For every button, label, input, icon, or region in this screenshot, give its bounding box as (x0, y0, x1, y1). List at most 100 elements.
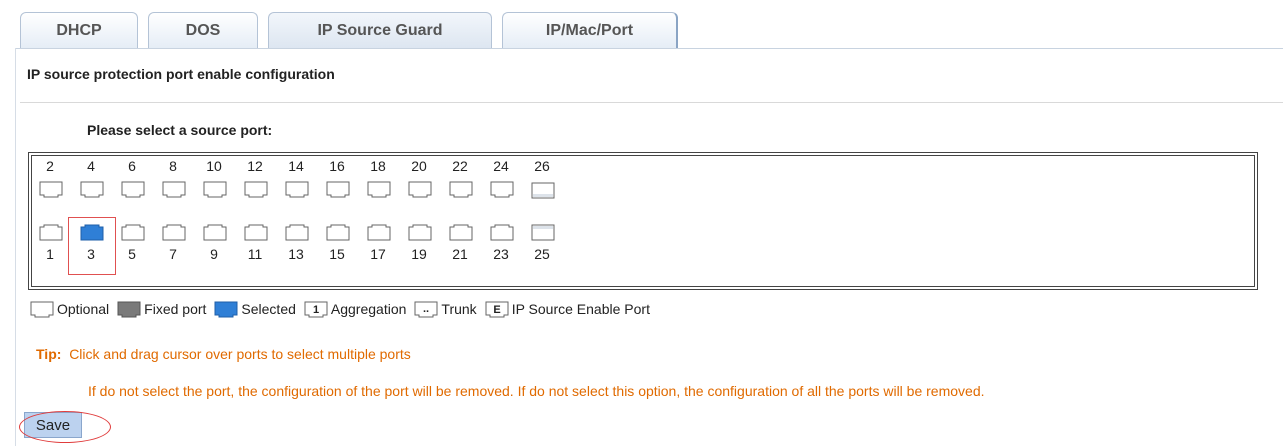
port-number: 15 (329, 246, 345, 262)
port-optional-icon (367, 224, 391, 241)
port-17[interactable]: 17 (364, 222, 404, 282)
port-number: 3 (87, 246, 95, 262)
port-optional-icon (367, 181, 391, 198)
port-18[interactable]: 18 (364, 158, 404, 218)
port-number: 26 (534, 158, 550, 174)
save-button[interactable]: Save (24, 412, 82, 438)
port-19[interactable]: 19 (405, 222, 445, 282)
port-5[interactable]: 5 (118, 222, 158, 282)
port-legend: Optional Fixed port Selected 1 Aggregati… (30, 298, 658, 320)
port-7[interactable]: 7 (159, 222, 199, 282)
port-11[interactable]: 11 (241, 222, 281, 282)
port-12[interactable]: 12 (241, 158, 281, 218)
port-number: 13 (288, 246, 304, 262)
port-number: 6 (128, 158, 136, 174)
port-optional-icon (30, 301, 54, 318)
port-selected-icon (214, 301, 238, 318)
tab-dhcp[interactable]: DHCP (20, 12, 138, 48)
port-optional-icon (285, 181, 309, 198)
port-optional-icon (39, 181, 63, 198)
port-22[interactable]: 22 (446, 158, 486, 218)
tip-body: Click and drag cursor over ports to sele… (69, 346, 411, 362)
port-fixed-icon (117, 301, 141, 318)
port-optional-icon (326, 181, 350, 198)
legend-label-selected: Selected (241, 301, 296, 317)
tab-ip-source-guard[interactable]: IP Source Guard (268, 12, 492, 48)
fiber-port-icon (531, 182, 555, 199)
port-number: 8 (169, 158, 177, 174)
port-number: 22 (452, 158, 468, 174)
tab-bar: DHCP DOS IP Source Guard IP/Mac/Port (0, 0, 1283, 48)
port-number: 21 (452, 246, 468, 262)
content-left-border (15, 48, 16, 446)
port-number: 5 (128, 246, 136, 262)
legend-label-aggregation: Aggregation (330, 301, 407, 317)
port-optional-icon (490, 224, 514, 241)
tab-dos[interactable]: DOS (148, 12, 258, 48)
port-number: 18 (370, 158, 386, 174)
port-23[interactable]: 23 (487, 222, 527, 282)
port-13[interactable]: 13 (282, 222, 322, 282)
port-optional-icon (449, 181, 473, 198)
port-8[interactable]: 8 (159, 158, 199, 218)
source-port-prompt: Please select a source port: (87, 122, 273, 138)
port-optional-icon (203, 224, 227, 241)
port-trunk-icon: .. (414, 301, 438, 318)
port-9[interactable]: 9 (200, 222, 240, 282)
port-optional-icon (326, 224, 350, 241)
port-number: 2 (46, 158, 54, 174)
port-number: 11 (247, 246, 263, 262)
port-6[interactable]: 6 (118, 158, 158, 218)
port-number: 19 (411, 246, 427, 262)
port-number: 9 (210, 246, 218, 262)
port-ip-source-icon: E (485, 301, 509, 318)
port-26[interactable]: 26 (528, 158, 568, 218)
port-optional-icon (490, 181, 514, 198)
port-10[interactable]: 10 (200, 158, 240, 218)
port-number: 17 (370, 246, 386, 262)
port-24[interactable]: 24 (487, 158, 527, 218)
section-title: IP source protection port enable configu… (27, 66, 335, 82)
port-3[interactable]: 3 (68, 217, 116, 275)
tip-prefix: Tip: (36, 346, 62, 362)
port-number: 12 (247, 158, 263, 174)
port-optional-icon (203, 181, 227, 198)
port-21[interactable]: 21 (446, 222, 486, 282)
port-number: 7 (169, 246, 177, 262)
port-number: 10 (206, 158, 222, 174)
port-number: 20 (411, 158, 427, 174)
legend-label-optional: Optional (57, 301, 110, 317)
tab-ip-mac-port[interactable]: IP/Mac/Port (502, 12, 678, 48)
port-number: 14 (288, 158, 304, 174)
section-divider (20, 102, 1283, 103)
fiber-port-icon (531, 224, 555, 241)
port-optional-icon (162, 224, 186, 241)
port-aggregation-icon: 1 (304, 301, 328, 318)
port-25[interactable]: 25 (528, 222, 568, 282)
port-20[interactable]: 20 (405, 158, 445, 218)
port-number: 16 (329, 158, 345, 174)
port-optional-icon (121, 181, 145, 198)
port-15[interactable]: 15 (323, 222, 363, 282)
port-selected-icon (80, 224, 104, 241)
tip-text: Tip: Click and drag cursor over ports to… (36, 346, 411, 362)
port-number: 23 (493, 246, 509, 262)
port-selection-panel[interactable]: 2 4 6 8 10 12 14 16 18 20 22 24 26 1 3 5 7 9 11 13 15 17 19 21 2… (28, 152, 1258, 290)
port-optional-icon (449, 224, 473, 241)
removal-note: If do not select the port, the configura… (88, 383, 985, 399)
legend-label-trunk: Trunk (441, 301, 477, 317)
port-14[interactable]: 14 (282, 158, 322, 218)
port-optional-icon (244, 181, 268, 198)
port-16[interactable]: 16 (323, 158, 363, 218)
port-number: 4 (87, 158, 95, 174)
svg-text:..: .. (423, 303, 429, 315)
port-2[interactable]: 2 (36, 158, 76, 218)
port-optional-icon (39, 224, 63, 241)
port-optional-icon (285, 224, 309, 241)
legend-label-fixed: Fixed port (144, 301, 207, 317)
legend-label-ip-source-enable: IP Source Enable Port (511, 301, 650, 317)
port-number: 1 (46, 246, 54, 262)
port-4[interactable]: 4 (77, 158, 117, 218)
content-top-border (15, 48, 1283, 49)
port-number: 25 (534, 246, 550, 262)
